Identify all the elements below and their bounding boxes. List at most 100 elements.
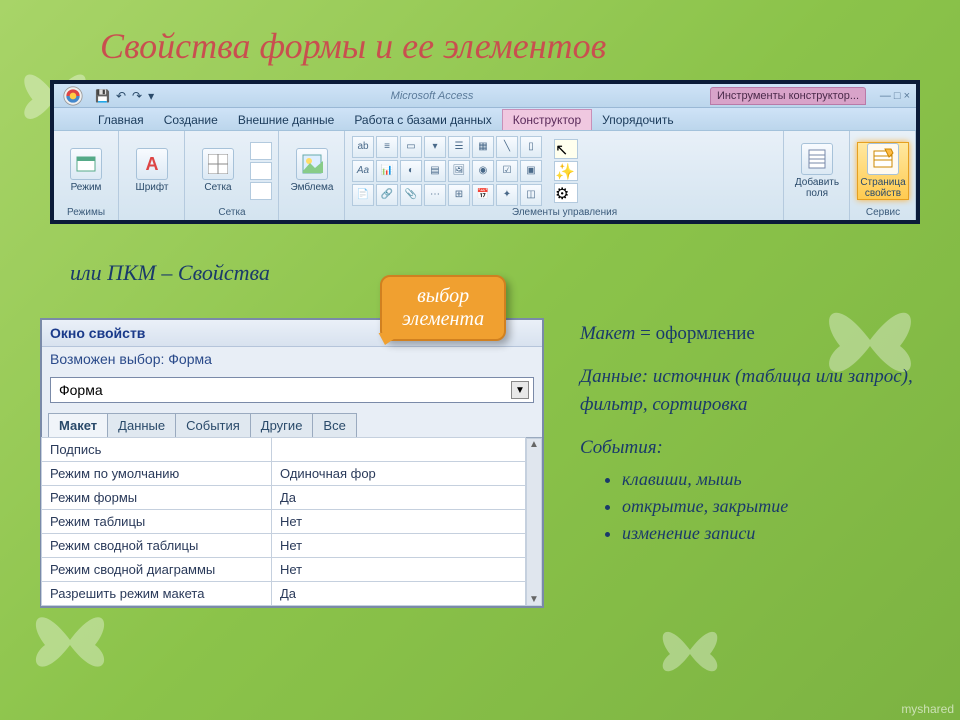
prop-value[interactable]: Нет <box>271 533 526 558</box>
tab-events[interactable]: События <box>175 413 251 437</box>
control-att-icon[interactable]: 📎 <box>400 184 422 206</box>
slide-title: Свойства формы и ее элементов <box>100 25 606 67</box>
control-more-icon[interactable]: ⋯ <box>424 184 446 206</box>
add-fields-button[interactable]: Добавить поля <box>791 143 843 199</box>
tab-database-tools[interactable]: Работа с базами данных <box>344 110 501 130</box>
control-option-icon[interactable]: ◉ <box>472 160 494 182</box>
tab-data[interactable]: Данные <box>107 413 176 437</box>
group-font: A Шрифт <box>120 131 185 220</box>
redo-icon[interactable]: ↷ <box>132 89 142 103</box>
view-button-label: Режим <box>71 182 102 193</box>
save-icon[interactable]: 💾 <box>95 89 110 103</box>
control-extra-icon[interactable]: ◫ <box>520 184 542 206</box>
ann-event-item: изменение записи <box>622 520 940 547</box>
window-controls[interactable]: — □ × <box>866 90 916 102</box>
tab-layout[interactable]: Макет <box>48 413 108 437</box>
prop-name: Режим по умолчанию <box>41 461 272 486</box>
element-selection-callout: выбор элемента <box>380 275 506 341</box>
control-tab-icon[interactable]: ▤ <box>424 160 446 182</box>
control-split-icon[interactable]: ⊞ <box>448 184 470 206</box>
control-line-icon[interactable]: ╲ <box>496 136 518 158</box>
font-button[interactable]: A Шрифт <box>126 148 178 193</box>
property-sheet-window: Окно свойств Возможен выбор: Форма Форма… <box>40 318 544 608</box>
group-grid-label: Сетка <box>192 207 272 220</box>
control-link-icon[interactable]: 🔗 <box>376 184 398 206</box>
prop-value[interactable]: Да <box>271 485 526 510</box>
control-chart-icon[interactable]: 📊 <box>376 160 398 182</box>
prop-value[interactable]: Нет <box>271 557 526 582</box>
ann-event-item: открытие, закрытие <box>622 493 940 520</box>
tab-arrange[interactable]: Упорядочить <box>592 110 683 130</box>
grid-button-label: Сетка <box>204 182 231 193</box>
control-button-icon[interactable]: ▭ <box>400 136 422 158</box>
callout-line2: элемента <box>402 308 484 331</box>
add-fields-label: Добавить поля <box>791 177 843 199</box>
group-addfields: Добавить поля <box>785 131 850 220</box>
control-rect-icon[interactable]: ▯ <box>520 136 542 158</box>
ann-data-label: Данные: <box>580 366 653 387</box>
prop-name: Режим сводной диаграммы <box>41 557 272 582</box>
property-sheet-subtitle: Возможен выбор: Форма <box>42 347 542 371</box>
tab-other[interactable]: Другие <box>250 413 314 437</box>
prop-value[interactable]: Одиночная фор <box>271 461 526 486</box>
watermark: myshared <box>901 702 954 716</box>
control-check-icon[interactable]: ☑ <box>496 160 518 182</box>
property-sheet-button[interactable]: Страница свойств <box>857 142 909 200</box>
scrollbar[interactable]: ▲▼ <box>526 438 542 606</box>
control-label-icon[interactable]: ≡ <box>376 136 398 158</box>
prop-value[interactable] <box>271 437 526 462</box>
ribbon-body: Режим Режимы A Шрифт Сетка <box>54 130 916 220</box>
tab-create[interactable]: Создание <box>154 110 228 130</box>
control-frame-icon[interactable]: ▣ <box>520 160 542 182</box>
app-title: Microsoft Access <box>154 90 710 102</box>
view-button[interactable]: Режим <box>60 148 112 193</box>
group-views: Режим Режимы <box>54 131 119 220</box>
group-logo-label <box>286 207 338 220</box>
ribbon-window: 💾 ↶ ↷ ▾ Microsoft Access Инструменты кон… <box>50 80 920 224</box>
office-button[interactable] <box>57 85 89 107</box>
chevron-down-icon[interactable]: ▼ <box>511 381 529 399</box>
group-tools: Страница свойств Сервис <box>851 131 916 220</box>
contextual-tools-label: Инструменты конструктор... <box>710 87 866 105</box>
control-combo-icon[interactable]: ▾ <box>424 136 446 158</box>
logo-button-label: Эмблема <box>291 182 334 193</box>
tab-external-data[interactable]: Внешние данные <box>228 110 345 130</box>
group-font-label <box>126 207 178 220</box>
group-tools-label: Сервис <box>857 207 909 220</box>
property-tabs: Макет Данные События Другие Все <box>42 409 542 438</box>
control-toggle-icon[interactable]: ◐ <box>400 160 422 182</box>
grid-button[interactable]: Сетка <box>192 148 244 193</box>
undo-icon[interactable]: ↶ <box>116 89 126 103</box>
control-page-icon[interactable]: 📄 <box>352 184 374 206</box>
group-views-label: Режимы <box>60 207 112 220</box>
logo-button[interactable]: Эмблема <box>286 148 338 193</box>
grid-width-icon[interactable] <box>250 182 272 200</box>
select-pointer-icon[interactable]: ↖ <box>554 139 578 159</box>
grid-style-icon[interactable] <box>250 142 272 160</box>
control-smart-icon[interactable]: ✦ <box>496 184 518 206</box>
tab-home[interactable]: Главная <box>88 110 154 130</box>
control-list-icon[interactable]: ☰ <box>448 136 470 158</box>
control-textbox-icon[interactable]: ab <box>352 136 374 158</box>
prop-value[interactable]: Да <box>271 581 526 606</box>
group-controls: ab ≡ ▭ ▾ ☰ ▦ ╲ ▯ Aa 📊 ◐ ▤ 🖼 ◉ ☑ ▣ 📄 <box>346 131 784 220</box>
titlebar: 💾 ↶ ↷ ▾ Microsoft Access Инструменты кон… <box>54 84 916 108</box>
prop-name: Разрешить режим макета <box>41 581 272 606</box>
activex-icon[interactable]: ⚙ <box>554 183 578 203</box>
control-date-icon[interactable]: 📅 <box>472 184 494 206</box>
prop-value[interactable]: Нет <box>271 509 526 534</box>
control-image-icon[interactable]: 🖼 <box>448 160 470 182</box>
prop-name: Режим сводной таблицы <box>41 533 272 558</box>
control-wizard-icon[interactable]: ✨ <box>554 161 578 181</box>
grid-color-icon[interactable] <box>250 162 272 180</box>
controls-gallery[interactable]: ab ≡ ▭ ▾ ☰ ▦ ╲ ▯ Aa 📊 ◐ ▤ 🖼 ◉ ☑ ▣ 📄 <box>352 136 542 206</box>
callout-line1: выбор <box>402 285 484 308</box>
group-logo: Эмблема <box>280 131 345 220</box>
tab-all[interactable]: Все <box>312 413 356 437</box>
annotations-panel: Макет = оформление Данные: источник (таб… <box>580 320 940 561</box>
tab-designer[interactable]: Конструктор <box>502 109 592 130</box>
control-aa-icon[interactable]: Aa <box>352 160 374 182</box>
prop-name: Режим формы <box>41 485 272 510</box>
object-selector-dropdown[interactable]: Форма ▼ <box>50 377 534 403</box>
control-subform-icon[interactable]: ▦ <box>472 136 494 158</box>
